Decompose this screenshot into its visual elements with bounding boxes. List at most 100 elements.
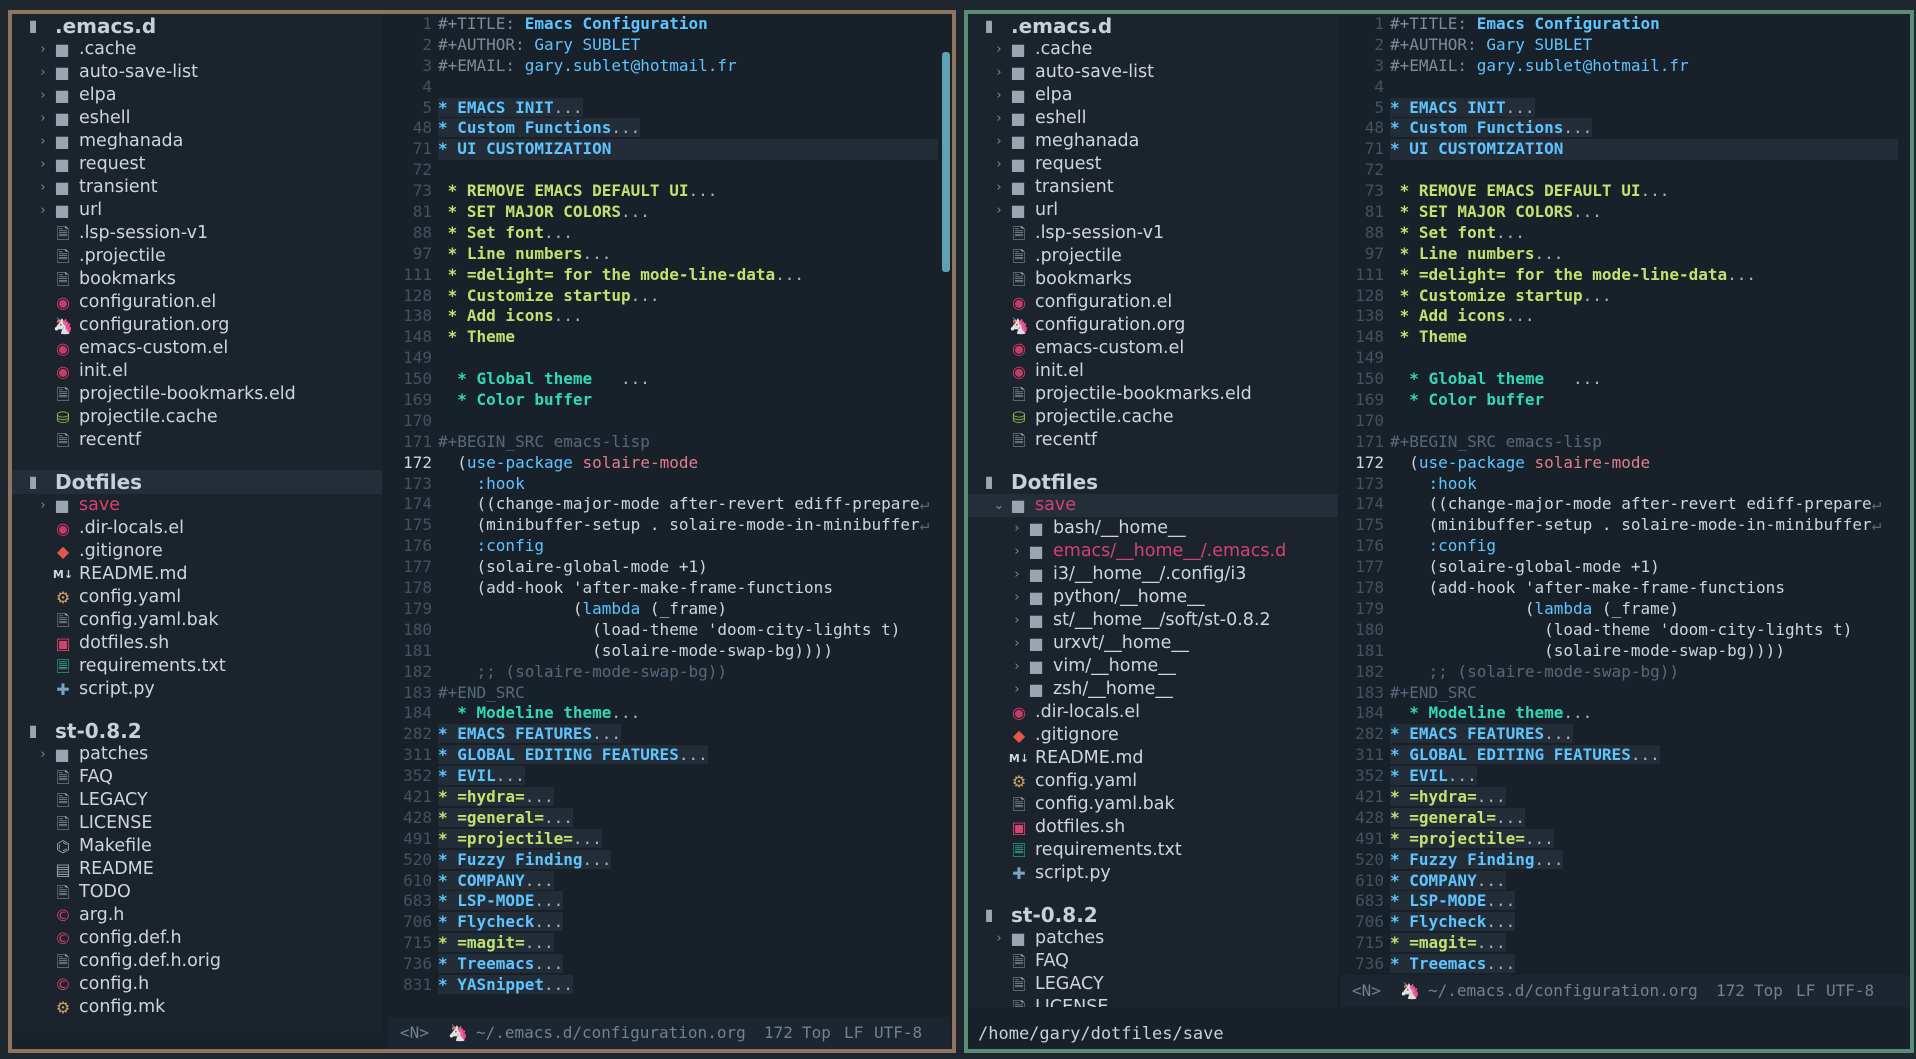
code-line[interactable]: 171 #+BEGIN_SRC emacs-lisp bbox=[388, 432, 938, 453]
chevron-right-icon[interactable]: › bbox=[1010, 632, 1024, 655]
tree-row-dir[interactable]: › ■ elpa bbox=[12, 84, 382, 107]
tree-row-file[interactable]: © arg.h bbox=[12, 904, 382, 927]
code-line[interactable]: 181 (solaire-mode-swap-bg)))) bbox=[388, 641, 938, 662]
tree-row-dir[interactable]: › ■ transient bbox=[968, 176, 1338, 199]
code-line[interactable]: 736 * Treemacs... bbox=[1340, 954, 1898, 975]
tree-row-file[interactable]: 🗎 TODO bbox=[12, 881, 382, 904]
code-line[interactable]: 88 * Set font... bbox=[1340, 223, 1898, 244]
chevron-right-icon[interactable]: › bbox=[1010, 586, 1024, 609]
code-line[interactable]: 1 #+TITLE: Emacs Configuration bbox=[388, 14, 938, 35]
tree-row-file[interactable]: © config.h bbox=[12, 973, 382, 996]
code-line[interactable]: 706 * Flycheck... bbox=[1340, 912, 1898, 933]
project-header[interactable]: ▮ st-0.8.2 bbox=[968, 903, 1338, 927]
code-line[interactable]: 179 (lambda (_frame) bbox=[1340, 599, 1898, 620]
code-line[interactable]: 73 * REMOVE EMACS DEFAULT UI... bbox=[388, 181, 938, 202]
tree-row-file[interactable]: ◆ .gitignore bbox=[968, 724, 1338, 747]
tree-row-file[interactable]: ◉ emacs-custom.el bbox=[968, 337, 1338, 360]
code-line[interactable]: 683 * LSP-MODE... bbox=[1340, 891, 1898, 912]
code-line[interactable]: 282 * EMACS FEATURES... bbox=[388, 724, 938, 745]
code-line[interactable]: 610 * COMPANY... bbox=[388, 870, 938, 892]
code-line[interactable]: 428 * =general=... bbox=[388, 807, 938, 829]
tree-row-file[interactable]: ◉ .dir-locals.el bbox=[12, 517, 382, 540]
code-line[interactable]: 610 * COMPANY... bbox=[1340, 870, 1898, 892]
chevron-right-icon[interactable]: › bbox=[992, 927, 1006, 950]
code-line[interactable]: 73 * REMOVE EMACS DEFAULT UI... bbox=[1340, 181, 1898, 202]
tree-row-file[interactable]: 🗎 projectile-bookmarks.eld bbox=[968, 383, 1338, 406]
tree-row-subdir[interactable]: › ■ emacs/__home__/.emacs.d bbox=[968, 540, 1338, 563]
tree-row-dir[interactable]: › ■ request bbox=[968, 153, 1338, 176]
tree-row-file[interactable]: 🗎 .lsp-session-v1 bbox=[968, 222, 1338, 245]
tree-row-file[interactable]: ◉ .dir-locals.el bbox=[968, 701, 1338, 724]
code-line[interactable]: 88 * Set font... bbox=[388, 223, 938, 244]
tree-row-file[interactable]: 🗎 LEGACY bbox=[968, 973, 1338, 996]
tree-row-file[interactable]: 🗎 .projectile bbox=[968, 245, 1338, 268]
chevron-right-icon[interactable]: › bbox=[1010, 563, 1024, 586]
chevron-right-icon[interactable]: › bbox=[36, 84, 50, 107]
tree-row-file[interactable]: 🦄 configuration.org bbox=[12, 314, 382, 337]
code-line[interactable]: 111 * =delight= for the mode-line-data..… bbox=[388, 265, 938, 286]
code-line[interactable]: 97 * Line numbers... bbox=[388, 244, 938, 265]
tree-row-dir[interactable]: › ■ save bbox=[12, 494, 382, 517]
chevron-right-icon[interactable]: › bbox=[992, 130, 1006, 153]
chevron-right-icon[interactable]: › bbox=[992, 61, 1006, 84]
code-line[interactable]: 81 * SET MAJOR COLORS... bbox=[388, 202, 938, 223]
code-line[interactable]: 180 (load-theme 'doom-city-lights t) bbox=[1340, 620, 1898, 641]
code-line[interactable]: 170 bbox=[388, 411, 938, 432]
chevron-right-icon[interactable]: › bbox=[992, 38, 1006, 61]
code-line[interactable]: 71 * UI CUSTOMIZATION bbox=[388, 139, 938, 161]
code-area[interactable]: 1 #+TITLE: Emacs Configuration 2 #+AUTHOR: … bbox=[1340, 14, 1898, 1004]
tree-row-file[interactable]: 🗎 bookmarks bbox=[968, 268, 1338, 291]
code-line[interactable]: 183 #+END_SRC bbox=[388, 683, 938, 704]
tree-row-file[interactable]: ⚙ config.yaml bbox=[968, 770, 1338, 793]
chevron-down-icon[interactable]: ⌄ bbox=[992, 494, 1006, 517]
code-line[interactable]: 282 * EMACS FEATURES... bbox=[1340, 724, 1898, 745]
tree-row-dir[interactable]: › ■ request bbox=[12, 153, 382, 176]
scrollbar-thumb[interactable] bbox=[942, 52, 950, 272]
code-line[interactable]: 183 #+END_SRC bbox=[1340, 683, 1898, 704]
tree-row-subdir[interactable]: › ■ urxvt/__home__ bbox=[968, 632, 1338, 655]
tree-row-file[interactable]: 🗎 recentf bbox=[12, 429, 382, 452]
treemacs-sidebar[interactable]: ▮ .emacs.d › ■ .cache › ■ auto-save-list › ■ elpa ›… bbox=[12, 14, 382, 1033]
tree-row-file[interactable]: ◉ configuration.el bbox=[968, 291, 1338, 314]
code-line[interactable]: 138 * Add icons... bbox=[388, 306, 938, 327]
org-editor-pane[interactable]: 1 #+TITLE: Emacs Configuration 2 #+AUTHOR: … bbox=[1340, 14, 1910, 1007]
tree-row-file[interactable]: ▤ README bbox=[12, 858, 382, 881]
code-line[interactable]: 311 * GLOBAL EDITING FEATURES... bbox=[388, 745, 938, 766]
project-header[interactable]: ▮ Dotfiles bbox=[12, 470, 382, 494]
treemacs-sidebar[interactable]: ▮ .emacs.d › ■ .cache › ■ auto-save-list › ■ elpa ›… bbox=[968, 14, 1338, 1007]
chevron-right-icon[interactable]: › bbox=[36, 153, 50, 176]
tree-row-file[interactable]: 🗎 FAQ bbox=[968, 950, 1338, 973]
code-line[interactable]: 736 * Treemacs... bbox=[388, 954, 938, 975]
code-line[interactable]: 177 (solaire-global-mode +1) bbox=[388, 557, 938, 578]
code-line[interactable]: 180 (load-theme 'doom-city-lights t) bbox=[388, 620, 938, 641]
code-line[interactable]: 352 * EVIL... bbox=[1340, 766, 1898, 787]
tree-row-subdir[interactable]: › ■ vim/__home__ bbox=[968, 655, 1338, 678]
chevron-right-icon[interactable]: › bbox=[992, 199, 1006, 222]
tree-row-dir[interactable]: › ■ elpa bbox=[968, 84, 1338, 107]
tree-row-subdir[interactable]: › ■ st/__home__/soft/st-0.8.2 bbox=[968, 609, 1338, 632]
code-line[interactable]: 128 * Customize startup... bbox=[388, 286, 938, 307]
chevron-right-icon[interactable]: › bbox=[1010, 678, 1024, 701]
tree-row-file[interactable]: ⚙ config.mk bbox=[12, 996, 382, 1019]
code-line[interactable]: 149 bbox=[1340, 348, 1898, 369]
code-line[interactable]: 2 #+AUTHOR: Gary SUBLET bbox=[388, 35, 938, 56]
code-line[interactable]: 177 (solaire-global-mode +1) bbox=[1340, 557, 1898, 578]
code-line[interactable]: 172 (use-package solaire-mode bbox=[1340, 453, 1898, 474]
code-line[interactable]: 715 * =magit=... bbox=[1340, 933, 1898, 954]
chevron-right-icon[interactable]: › bbox=[1010, 540, 1024, 563]
tree-row-file[interactable]: ◆ .gitignore bbox=[12, 540, 382, 563]
tree-row-file[interactable]: 🗎 config.def.h.orig bbox=[12, 950, 382, 973]
code-line[interactable]: 428 * =general=... bbox=[1340, 807, 1898, 829]
code-line[interactable]: 175 (minibuffer-setup . solaire-mode-in-… bbox=[388, 515, 938, 536]
tree-row-file[interactable]: 🦄 configuration.org bbox=[968, 314, 1338, 337]
chevron-right-icon[interactable]: › bbox=[1010, 655, 1024, 678]
tree-row-dir[interactable]: › ■ eshell bbox=[968, 107, 1338, 130]
code-line[interactable]: 491 * =projectile=... bbox=[388, 828, 938, 850]
chevron-right-icon[interactable]: › bbox=[992, 153, 1006, 176]
tree-row-file[interactable]: ◉ init.el bbox=[12, 360, 382, 383]
code-line[interactable]: 182 ;; (solaire-mode-swap-bg)) bbox=[388, 662, 938, 683]
project-header[interactable]: ▮ st-0.8.2 bbox=[12, 719, 382, 743]
tree-row-file[interactable]: 🗎 bookmarks bbox=[12, 268, 382, 291]
code-line[interactable]: 150 * Global theme ... bbox=[1340, 369, 1898, 390]
right-emacs-window[interactable]: ▮ .emacs.d › ■ .cache › ■ auto-save-list › ■ elpa ›… bbox=[964, 10, 1914, 1053]
